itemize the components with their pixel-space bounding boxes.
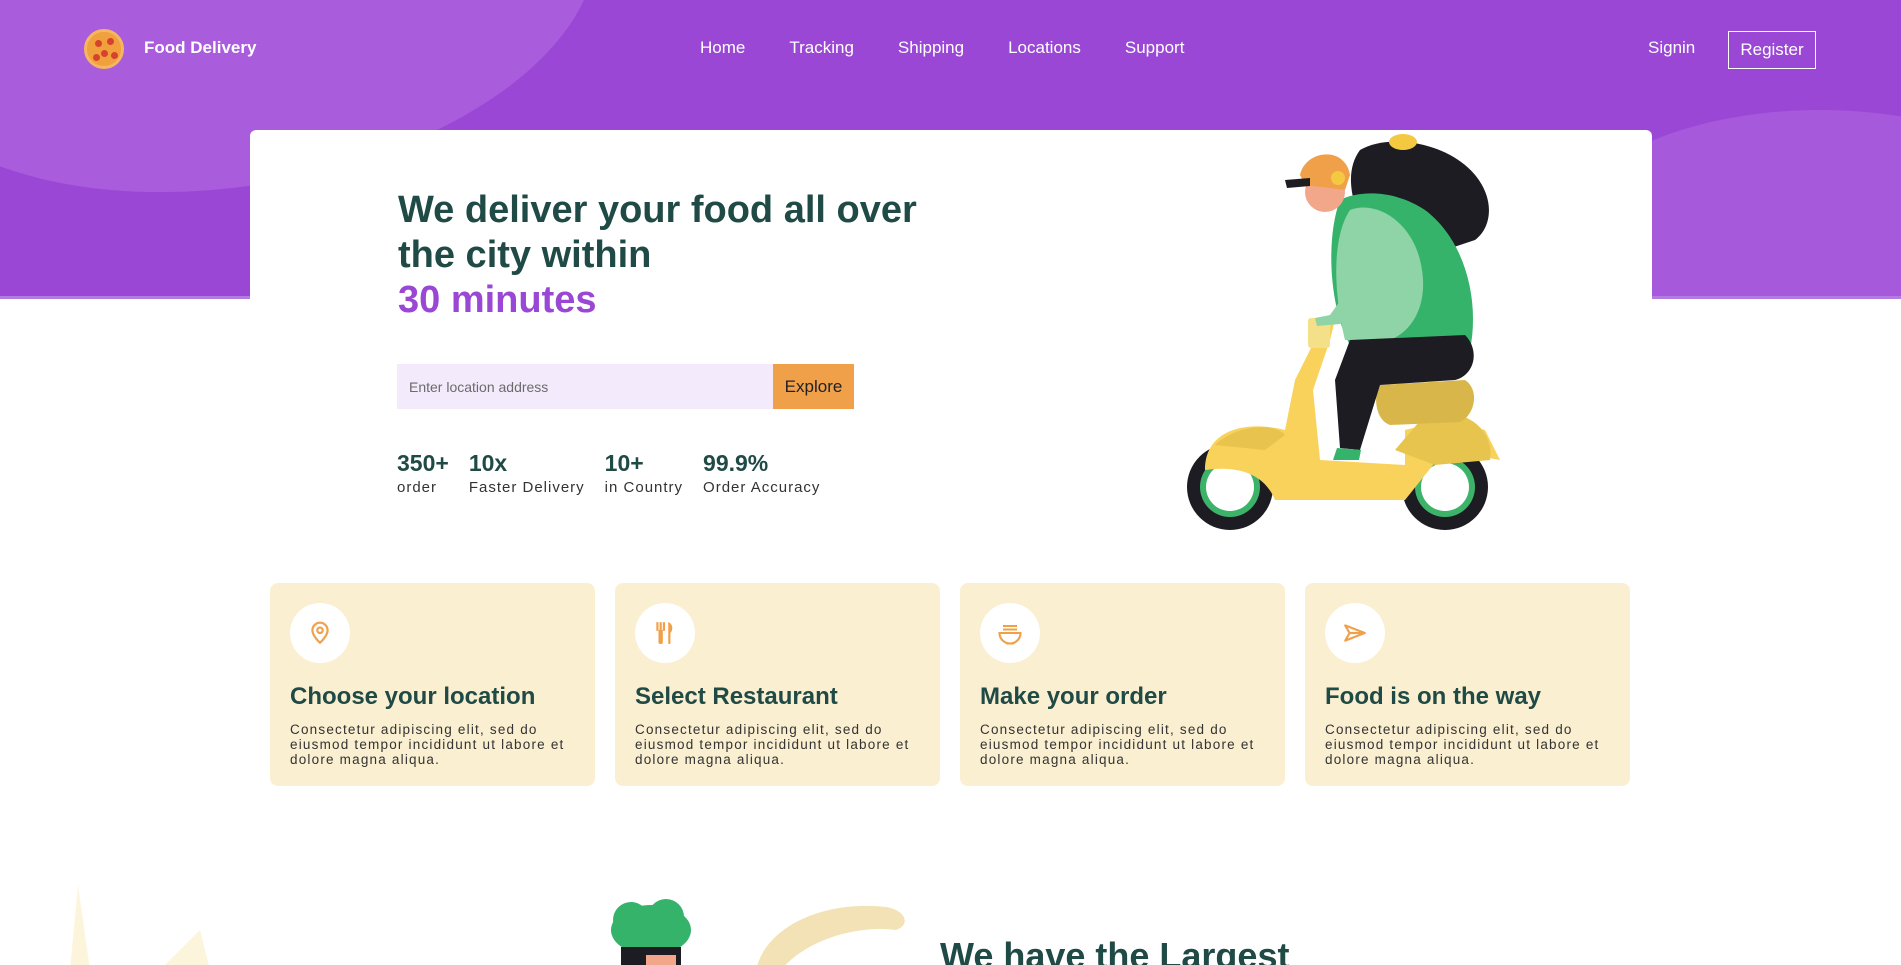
main-nav: Home Tracking Shipping Locations Support — [700, 38, 1228, 58]
nav-link-locations[interactable]: Locations — [1008, 38, 1081, 58]
hero-headline-accent: 30 minutes — [398, 279, 597, 321]
location-input[interactable] — [397, 364, 773, 409]
feature-title: Make your order — [980, 683, 1167, 710]
nav-link-home[interactable]: Home — [700, 38, 745, 58]
noodle-bowl-icon — [980, 603, 1040, 663]
nav-link-tracking[interactable]: Tracking — [789, 38, 854, 58]
nav-link-support[interactable]: Support — [1125, 38, 1185, 58]
send-icon — [1325, 603, 1385, 663]
feature-title: Choose your location — [290, 683, 536, 710]
feature-card: Choose your location Consectetur adipisc… — [270, 583, 595, 786]
feature-desc: Consectetur adipiscing elit, sed do eius… — [635, 722, 910, 767]
navbar: Food Delivery Home Tracking Shipping Loc… — [0, 0, 1901, 100]
pizza-icon[interactable] — [84, 29, 124, 69]
location-pin-icon — [290, 603, 350, 663]
feature-desc: Consectetur adipiscing elit, sed do eius… — [1325, 722, 1600, 767]
hero-headline-text: We deliver your food all over the city w… — [398, 189, 917, 276]
feature-desc: Consectetur adipiscing elit, sed do eius… — [290, 722, 565, 767]
explore-button[interactable]: Explore — [773, 364, 854, 409]
stat-value: 350+ — [397, 450, 449, 476]
hero-headline: We deliver your food all over the city w… — [398, 188, 918, 323]
feature-card: Make your order Consectetur adipiscing e… — [960, 583, 1285, 786]
stat-label: in Country — [604, 479, 684, 496]
section-title: We have the Largest — [940, 935, 1290, 965]
nav-link-shipping[interactable]: Shipping — [898, 38, 964, 58]
stat-value: 99.9% — [703, 450, 769, 476]
stat-item: 99.9% Order Accuracy — [703, 450, 820, 496]
stat-value: 10+ — [604, 450, 644, 476]
signin-link[interactable]: Signin — [1648, 38, 1695, 58]
hero-card: We deliver your food all over the city w… — [250, 130, 1652, 550]
stat-label: Order Accuracy — [703, 479, 821, 496]
chef-illustration — [611, 899, 905, 965]
brand-name[interactable]: Food Delivery — [144, 38, 256, 58]
delivery-rider-illustration — [1187, 134, 1500, 530]
stats: 350+ order 10x Faster Delivery 10+ in Co… — [397, 450, 840, 496]
page: Food Delivery Home Tracking Shipping Loc… — [0, 0, 1901, 965]
feature-card: Food is on the way Consectetur adipiscin… — [1305, 583, 1630, 786]
feature-title: Food is on the way — [1325, 683, 1542, 710]
feature-title: Select Restaurant — [635, 683, 838, 710]
stat-item: 350+ order — [397, 450, 449, 496]
leaf-decoration — [70, 885, 209, 965]
location-search: Explore — [397, 364, 854, 409]
feature-desc: Consectetur adipiscing elit, sed do eius… — [980, 722, 1255, 767]
stat-label: Faster Delivery — [468, 479, 585, 496]
stat-item: 10x Faster Delivery — [469, 450, 585, 496]
stat-label: order — [397, 479, 438, 496]
fork-knife-icon — [635, 603, 695, 663]
stat-value: 10x — [468, 450, 508, 476]
stat-item: 10+ in Country — [605, 450, 683, 496]
register-button[interactable]: Register — [1728, 31, 1816, 69]
feature-card: Select Restaurant Consectetur adipiscing… — [615, 583, 940, 786]
features: Choose your location Consectetur adipisc… — [270, 583, 1650, 786]
